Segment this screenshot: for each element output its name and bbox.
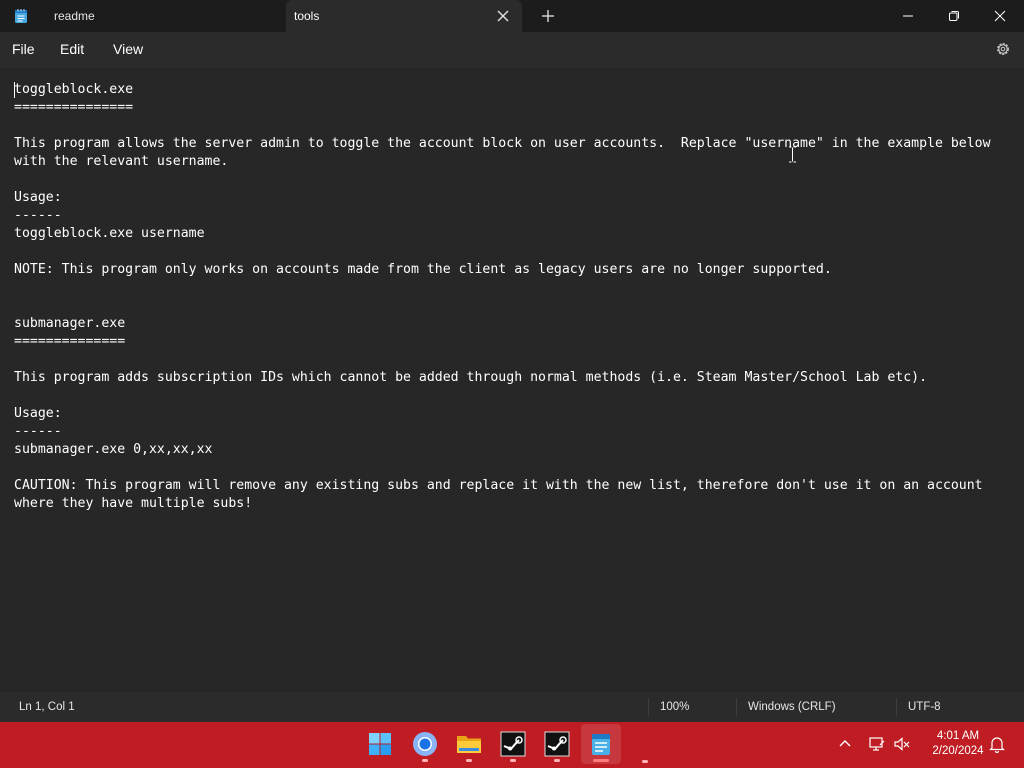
text-line: ============== — [14, 334, 126, 349]
system-clock[interactable]: 4:01 AM 2/20/2024 — [918, 729, 998, 759]
text-line: This program adds subscription IDs which… — [14, 370, 928, 385]
taskbar-steam[interactable] — [537, 724, 577, 764]
restore-icon — [949, 11, 959, 21]
minimize-button[interactable] — [885, 0, 931, 32]
steam-icon — [500, 731, 526, 757]
new-tab-icon[interactable] — [540, 8, 556, 24]
notification-bell-icon[interactable] — [988, 735, 1006, 753]
text-line: =============== — [14, 100, 134, 115]
restore-button[interactable] — [931, 0, 977, 32]
close-icon — [994, 10, 1006, 22]
text-line: ------ — [14, 424, 62, 439]
running-indicator — [466, 759, 472, 762]
menu-edit[interactable]: Edit — [60, 41, 84, 57]
line-ending: Windows (CRLF) — [748, 701, 836, 713]
tab-label: tools — [294, 9, 320, 23]
running-indicator — [642, 760, 648, 763]
text-line: toggleblock.exe — [14, 82, 134, 97]
running-indicator — [554, 759, 560, 762]
windows-start-icon — [369, 733, 391, 755]
notepad-app-icon — [15, 9, 27, 23]
start-button[interactable] — [360, 724, 400, 764]
minimize-icon — [903, 15, 913, 17]
text-line — [14, 243, 991, 261]
text-line: Usage: — [14, 190, 62, 205]
document-text: toggleblock.exe =============== This pro… — [14, 81, 991, 513]
text-line — [14, 387, 991, 405]
status-divider — [648, 698, 649, 716]
file-explorer-icon — [457, 736, 481, 753]
text-line — [14, 171, 991, 189]
close-tab-icon[interactable] — [496, 9, 510, 23]
running-indicator — [422, 759, 428, 762]
status-bar: Ln 1, Col 1 100% Windows (CRLF) UTF-8 — [0, 692, 1024, 722]
volume-muted-icon[interactable] — [893, 735, 911, 753]
text-line — [14, 117, 991, 135]
steam-icon — [544, 731, 570, 757]
menu-bar: File Edit View — [0, 32, 1024, 68]
menu-file[interactable]: File — [12, 41, 35, 57]
text-line — [14, 351, 991, 369]
tab-label: readme — [54, 9, 95, 23]
taskbar-notepad[interactable] — [581, 724, 621, 764]
text-caret — [14, 82, 15, 98]
text-line: submanager.exe — [14, 316, 126, 331]
zoom-level: 100% — [660, 701, 690, 713]
encoding: UTF-8 — [908, 701, 941, 713]
text-line — [14, 297, 991, 315]
text-line: where they have multiple subs! — [14, 496, 253, 511]
text-line: toggleblock.exe username — [14, 226, 205, 241]
show-hidden-icons-chevron-icon[interactable] — [836, 735, 854, 753]
text-line: with the relevant username. — [14, 154, 229, 169]
tab-tools[interactable]: tools — [286, 0, 522, 32]
taskbar-chrome[interactable] — [405, 724, 445, 764]
text-line: Usage: — [14, 406, 62, 421]
settings-gear-icon[interactable] — [994, 40, 1012, 58]
text-line: ------ — [14, 208, 62, 223]
taskbar-file-explorer[interactable] — [449, 724, 489, 764]
text-line: submanager.exe 0,xx,xx,xx — [14, 442, 213, 457]
text-line: NOTE: This program only works on account… — [14, 262, 832, 277]
ibeam-cursor-icon — [789, 146, 796, 163]
text-line — [14, 459, 991, 477]
running-indicator — [510, 759, 516, 762]
cursor-position: Ln 1, Col 1 — [19, 701, 75, 713]
title-bar: readme tools — [0, 0, 1024, 32]
notepad-icon — [592, 734, 610, 755]
text-line: CAUTION: This program will remove any ex… — [14, 478, 983, 493]
status-divider — [736, 698, 737, 716]
text-line: This program allows the server admin to … — [14, 136, 991, 151]
active-indicator — [593, 759, 609, 762]
taskbar-steam[interactable] — [493, 724, 533, 764]
text-line — [14, 279, 991, 297]
text-editor[interactable]: toggleblock.exe =============== This pro… — [0, 68, 1024, 692]
close-window-button[interactable] — [977, 0, 1023, 32]
clock-date: 2/20/2024 — [932, 745, 984, 757]
network-icon[interactable] — [868, 735, 886, 753]
status-divider — [896, 698, 897, 716]
clock-time: 4:01 AM — [936, 730, 980, 742]
tab-readme[interactable]: readme — [40, 0, 284, 32]
taskbar: 4:01 AM 2/20/2024 — [0, 722, 1024, 768]
chrome-icon — [413, 732, 437, 756]
menu-view[interactable]: View — [113, 41, 143, 57]
